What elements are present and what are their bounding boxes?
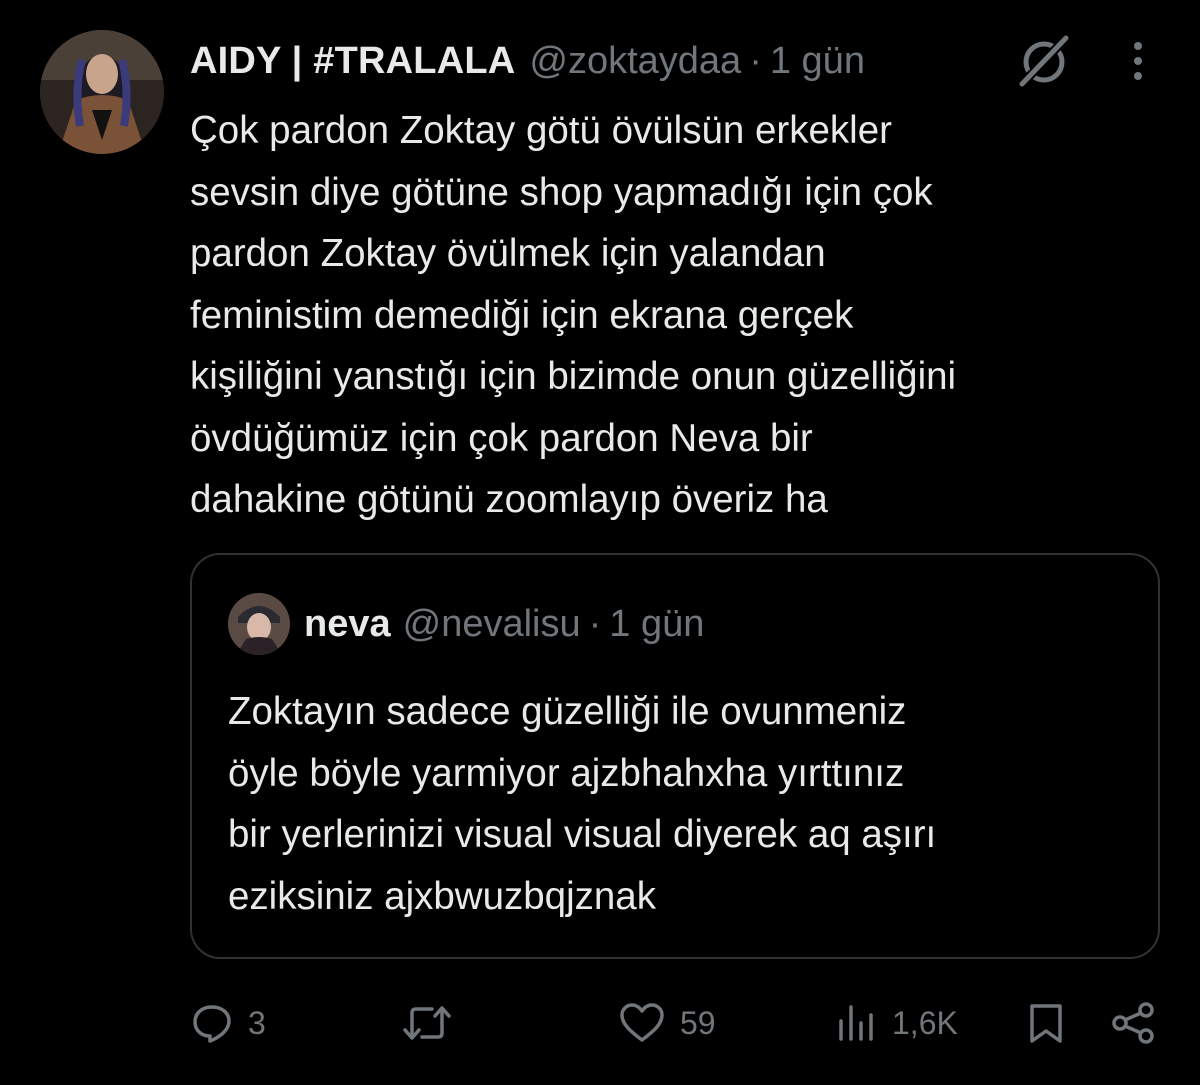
timestamp[interactable]: 1 gün xyxy=(770,40,865,83)
separator-dot: · xyxy=(749,39,762,82)
quote-header: neva @nevalisu · 1 gün xyxy=(304,601,704,647)
views-button[interactable]: 1,6K xyxy=(834,995,958,1051)
quote-separator-dot: · xyxy=(588,602,602,645)
repost-button[interactable] xyxy=(400,995,468,1051)
quote-timestamp[interactable]: 1 gün xyxy=(609,603,704,646)
quote-display-name[interactable]: neva xyxy=(304,603,391,646)
quote-avatar[interactable] xyxy=(228,593,290,655)
like-button[interactable]: 59 xyxy=(618,995,716,1051)
reply-icon xyxy=(193,1005,231,1043)
reply-button[interactable]: 3 xyxy=(190,995,266,1051)
like-count: 59 xyxy=(680,1004,716,1041)
share-button[interactable] xyxy=(1110,995,1158,1051)
views-icon xyxy=(839,1005,873,1041)
quoted-tweet[interactable]: neva @nevalisu · 1 gün Zoktayın sadece g… xyxy=(190,553,1160,959)
tweet[interactable]: AIDY | #TRALALA @zoktaydaa · 1 gün Çok p… xyxy=(0,0,1200,1085)
repost-icon xyxy=(403,1006,451,1040)
bookmark-icon xyxy=(1030,1004,1062,1043)
grok-icon[interactable] xyxy=(1012,30,1076,90)
like-icon xyxy=(620,1003,664,1042)
views-count: 1,6K xyxy=(892,1004,958,1041)
user-handle[interactable]: @zoktaydaa xyxy=(529,40,741,83)
quote-user-handle[interactable]: @nevalisu xyxy=(403,603,581,646)
tweet-header: AIDY | #TRALALA @zoktaydaa · 1 gün xyxy=(190,38,865,84)
action-bar: 3 59 1,6K xyxy=(0,995,1200,1051)
bookmark-button[interactable] xyxy=(1024,995,1068,1051)
tweet-text: Çok pardon Zoktay götü övülsün erkekler … xyxy=(190,109,957,521)
avatar-image xyxy=(40,30,164,154)
quote-avatar-image xyxy=(228,593,290,655)
reply-count: 3 xyxy=(248,1004,266,1041)
share-icon xyxy=(1112,1002,1154,1044)
display-name[interactable]: AIDY | #TRALALA xyxy=(190,40,515,83)
avatar[interactable] xyxy=(40,30,164,154)
quote-text: Zoktayın sadece güzelliği ile ovunmeniz … xyxy=(228,690,937,918)
more-options-icon[interactable] xyxy=(1118,36,1158,86)
